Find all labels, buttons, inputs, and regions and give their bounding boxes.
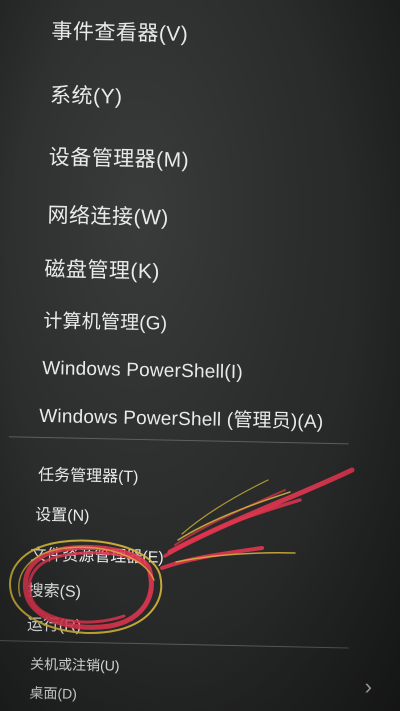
menu-divider xyxy=(8,436,349,445)
winx-context-menu: 事件查看器(V) 系统(Y) 设备管理器(M) 网络连接(W) 磁盘管理(K) … xyxy=(0,0,400,711)
menu-item-label: 事件查看器(V) xyxy=(51,20,189,46)
menu-item-powershell[interactable]: Windows PowerShell(I) xyxy=(42,358,243,384)
menu-divider xyxy=(0,640,349,649)
menu-item-label: 文件资源管理器(E) xyxy=(30,546,164,567)
menu-item-event-viewer[interactable]: 事件查看器(V) xyxy=(51,15,189,48)
menu-item-powershell-admin[interactable]: Windows PowerShell (管理员)(A) xyxy=(39,401,324,434)
menu-item-label: 搜索(S) xyxy=(27,582,82,601)
menu-item-run[interactable]: 运行(R) xyxy=(27,611,82,636)
menu-item-label: Windows PowerShell (管理员)(A) xyxy=(39,405,324,433)
menu-item-label: 设备管理器(M) xyxy=(48,146,190,172)
menu-item-label: 计算机管理(G) xyxy=(43,310,168,335)
menu-item-label: 任务管理器(T) xyxy=(37,466,139,487)
menu-item-label: 磁盘管理(K) xyxy=(44,257,161,284)
menu-item-label: 网络连接(W) xyxy=(47,204,170,230)
menu-item-device-manager[interactable]: 设备管理器(M) xyxy=(48,141,189,174)
menu-item-label: 关机或注销(U) xyxy=(29,655,120,674)
menu-item-search[interactable]: 搜索(S) xyxy=(27,577,81,602)
menu-item-disk-management[interactable]: 磁盘管理(K) xyxy=(44,253,160,285)
menu-item-desktop[interactable]: 桌面(D) xyxy=(29,683,77,704)
menu-item-label: 系统(Y) xyxy=(49,84,123,109)
menu-item-label: Windows PowerShell(I) xyxy=(42,357,244,384)
menu-item-settings[interactable]: 设置(N) xyxy=(35,501,90,526)
menu-item-system[interactable]: 系统(Y) xyxy=(50,79,123,111)
menu-item-network-connections[interactable]: 网络连接(W) xyxy=(47,199,169,232)
menu-item-shutdown[interactable]: 关机或注销(U) xyxy=(30,654,120,676)
menu-item-label: 桌面(D) xyxy=(29,684,78,702)
menu-item-task-manager[interactable]: 任务管理器(T) xyxy=(38,461,139,487)
screen: 事件查看器(V) 系统(Y) 设备管理器(M) 网络连接(W) 磁盘管理(K) … xyxy=(0,0,400,711)
menu-item-label: 运行(R) xyxy=(26,616,82,635)
chevron-right-icon[interactable]: › xyxy=(365,674,372,700)
menu-item-computer-management[interactable]: 计算机管理(G) xyxy=(43,306,168,336)
menu-item-file-explorer[interactable]: 文件资源管理器(E) xyxy=(30,541,164,568)
menu-item-label: 设置(N) xyxy=(35,506,90,525)
